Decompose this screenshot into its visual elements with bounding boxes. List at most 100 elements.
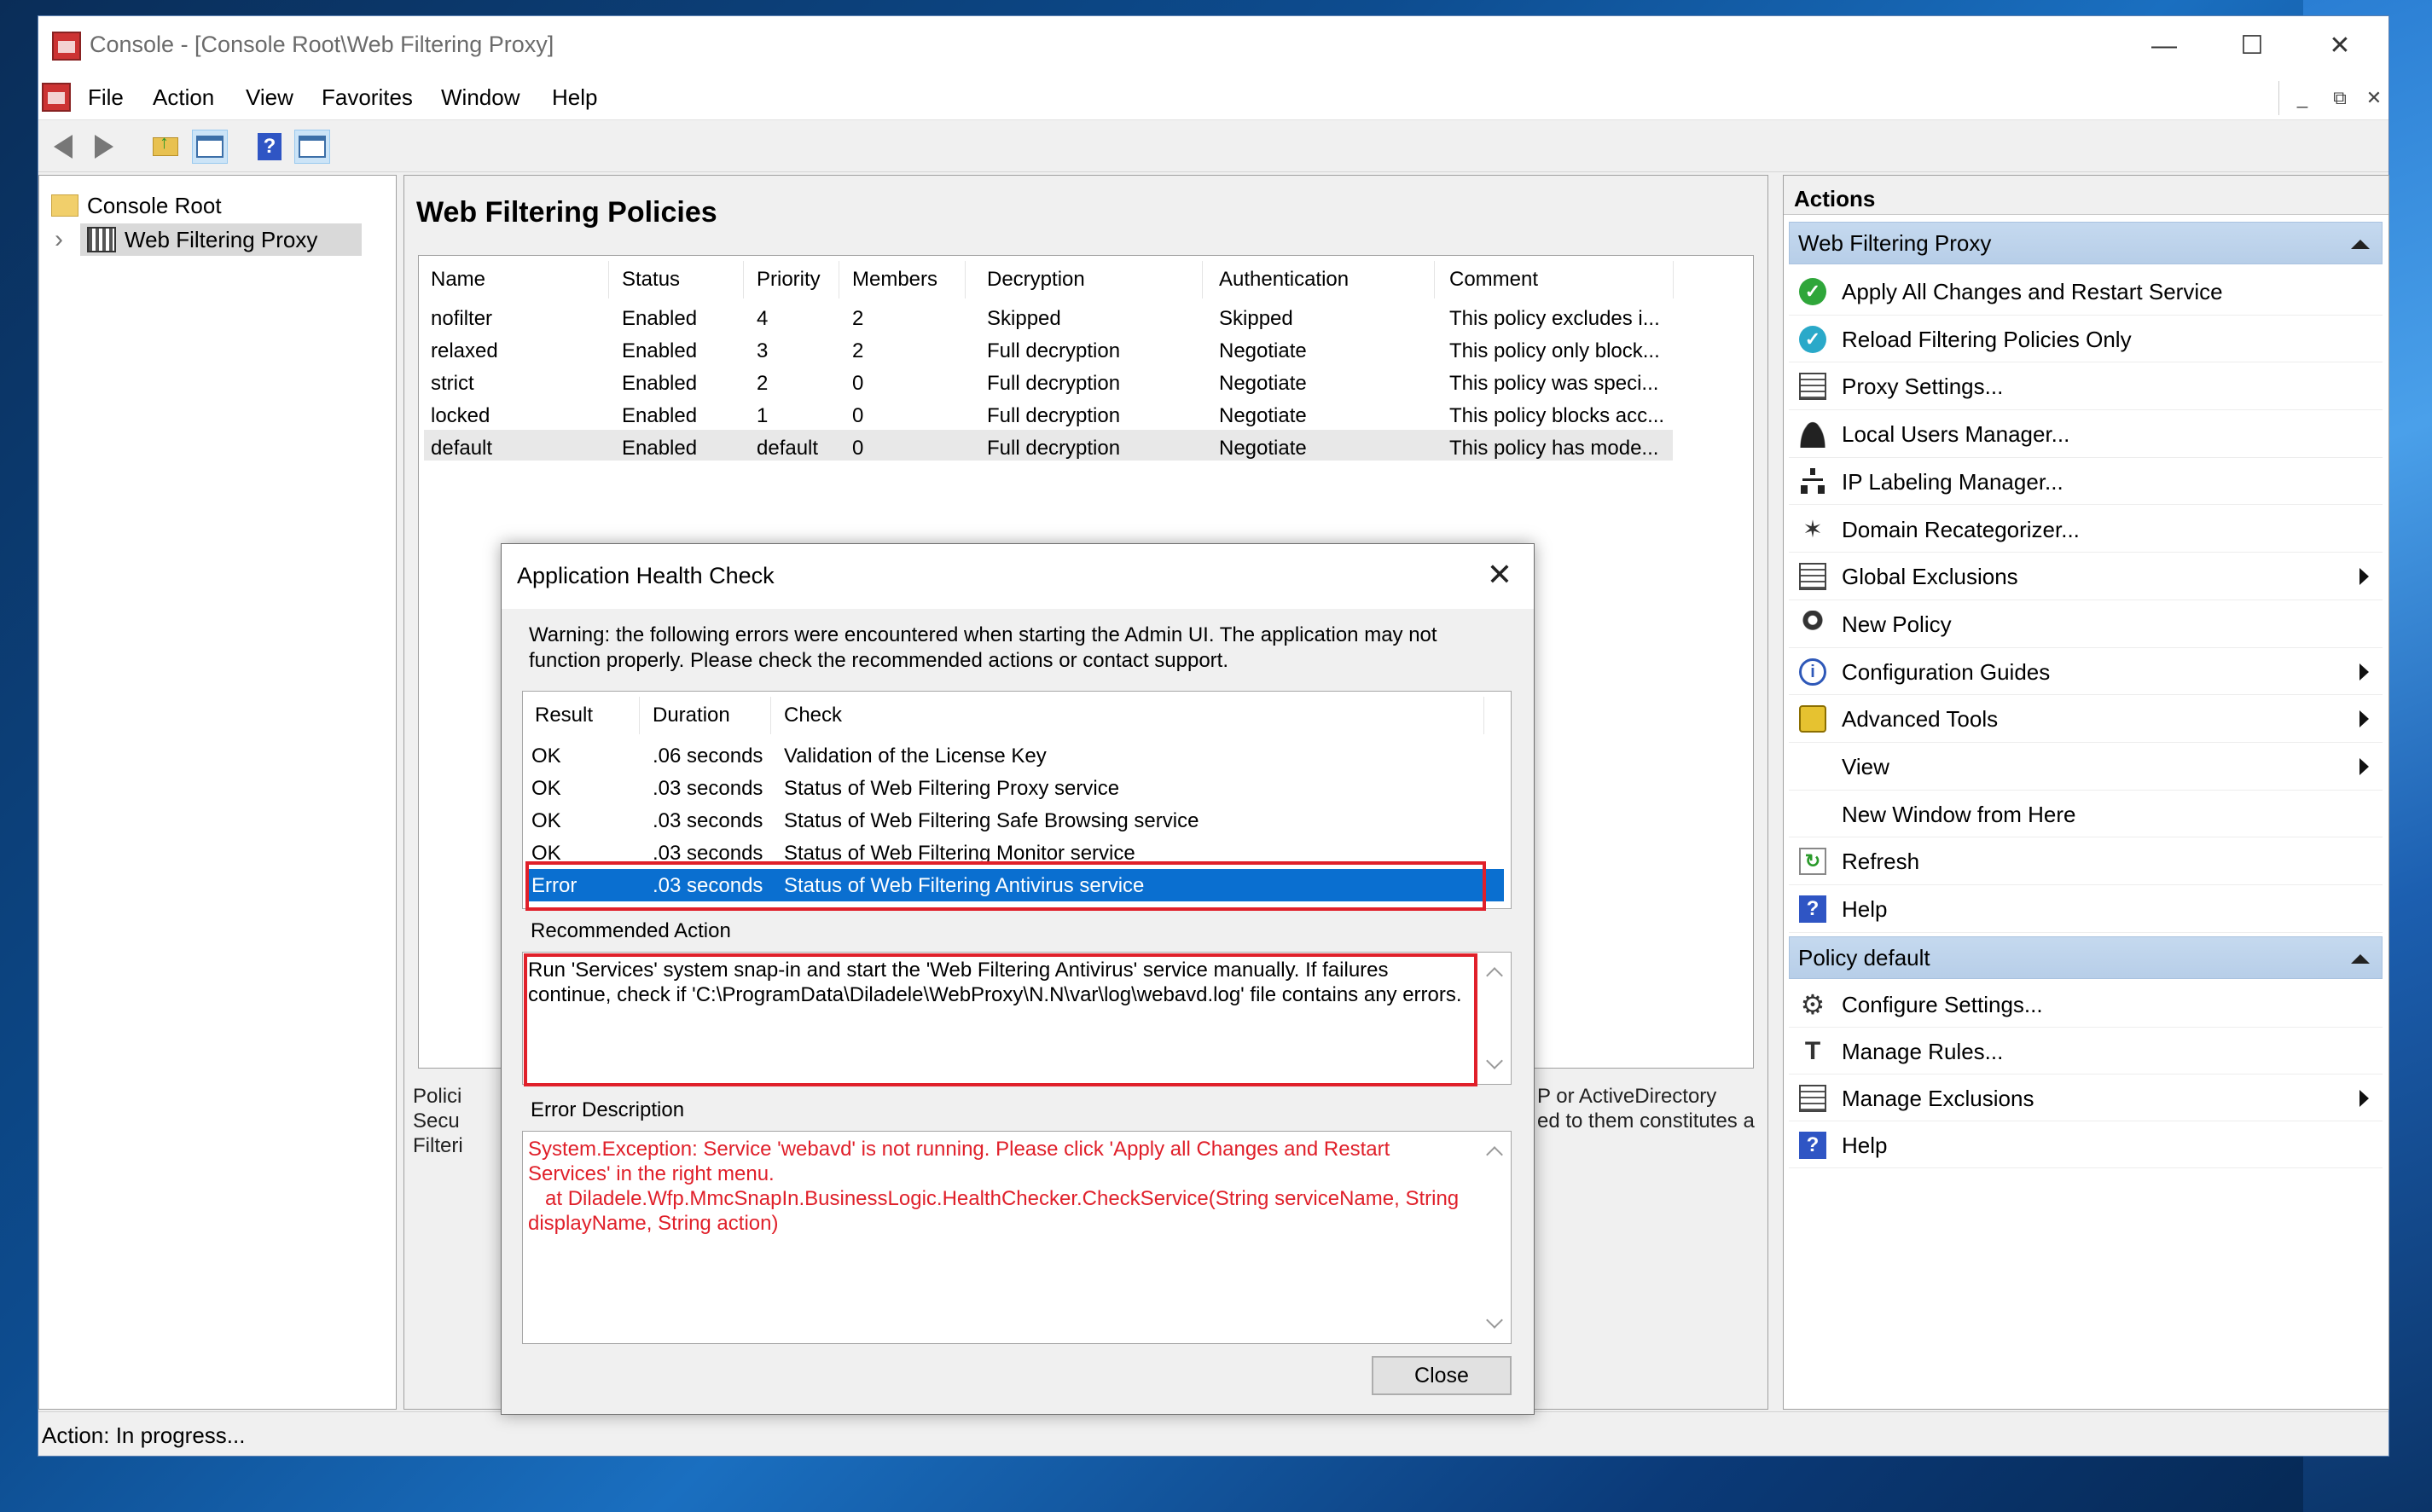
show-hide-tree-button[interactable] bbox=[192, 130, 228, 164]
action-manage-exclusions[interactable]: Manage Exclusions bbox=[1789, 1075, 2383, 1121]
cell-result: OK bbox=[531, 777, 561, 800]
dialog-close-icon[interactable]: ✕ bbox=[1481, 556, 1518, 594]
collapse-icon[interactable] bbox=[2351, 954, 2370, 964]
action-group-label: Web Filtering Proxy bbox=[1798, 230, 1992, 256]
tree-expander[interactable]: › bbox=[55, 223, 63, 256]
scroll-down-icon[interactable] bbox=[1486, 1052, 1503, 1069]
submenu-arrow-icon bbox=[2359, 710, 2369, 728]
cell-duration: .03 seconds bbox=[653, 777, 763, 800]
action-ip-labeling-manager[interactable]: IP Labeling Manager... bbox=[1789, 458, 2383, 506]
cell-authentication: Negotiate bbox=[1219, 404, 1307, 427]
help-toolbar-button[interactable]: ? bbox=[252, 130, 287, 164]
page-title: Web Filtering Policies bbox=[416, 196, 717, 229]
back-button[interactable] bbox=[45, 130, 81, 164]
action-help[interactable]: ? Help bbox=[1789, 885, 2383, 933]
action-advanced-tools[interactable]: Advanced Tools bbox=[1789, 695, 2383, 743]
error-description-scrollbar[interactable] bbox=[1480, 1132, 1511, 1343]
dialog-title: Application Health Check bbox=[517, 563, 775, 588]
column-divider bbox=[743, 261, 744, 298]
window-title: Console - [Console Root\Web Filtering Pr… bbox=[90, 32, 554, 57]
check-row[interactable]: OK .06 seconds Validation of the License K… bbox=[526, 739, 1504, 772]
check-row[interactable]: OK .03 seconds Status of Web Filtering Pro… bbox=[526, 772, 1504, 804]
action-group-policy-default[interactable]: Policy default bbox=[1789, 936, 2383, 979]
scroll-up-icon[interactable] bbox=[1486, 1146, 1503, 1163]
action-configure-settings[interactable]: ⚙ Configure Settings... bbox=[1789, 981, 2383, 1028]
action-proxy-settings[interactable]: Proxy Settings... bbox=[1789, 362, 2383, 411]
cell-name: nofilter bbox=[431, 307, 493, 330]
help-icon: ? bbox=[1799, 1132, 1826, 1159]
recommended-action-scrollbar[interactable] bbox=[1480, 953, 1511, 1084]
action-label: Apply All Changes and Restart Service bbox=[1842, 279, 2223, 304]
title-bar: Console - [Console Root\Web Filtering Pr… bbox=[38, 16, 2388, 76]
column-header-result[interactable]: Result bbox=[535, 704, 593, 727]
close-window-button[interactable]: ✕ bbox=[2293, 16, 2387, 76]
child-minimize-button[interactable]: _ bbox=[2287, 84, 2318, 112]
column-header-priority[interactable]: Priority bbox=[757, 268, 821, 292]
action-apply-all-changes-and-restart-service[interactable]: ✓ Apply All Changes and Restart Service bbox=[1789, 268, 2383, 316]
minimize-button[interactable]: — bbox=[2117, 16, 2211, 76]
maximize-button[interactable]: ☐ bbox=[2205, 16, 2299, 76]
cell-authentication: Skipped bbox=[1219, 307, 1293, 330]
network-icon bbox=[1799, 467, 1826, 495]
scroll-down-icon[interactable] bbox=[1486, 1312, 1503, 1329]
column-divider bbox=[770, 697, 771, 734]
cell-decryption: Full decryption bbox=[987, 404, 1121, 427]
up-one-level-button[interactable] bbox=[148, 130, 183, 164]
menu-help[interactable]: Help bbox=[552, 84, 597, 111]
tree-node-console-root[interactable]: Console Root bbox=[87, 189, 222, 222]
column-header-status[interactable]: Status bbox=[622, 268, 680, 292]
column-header-members[interactable]: Members bbox=[852, 268, 937, 292]
refresh-icon: ↻ bbox=[1799, 848, 1826, 876]
console-menu-icon[interactable] bbox=[42, 83, 71, 112]
column-header-duration[interactable]: Duration bbox=[653, 704, 730, 727]
cell-status: Enabled bbox=[622, 307, 698, 330]
action-refresh[interactable]: ↻ Refresh bbox=[1789, 837, 2383, 886]
menu-window[interactable]: Window bbox=[441, 84, 519, 111]
action-domain-recategorizer[interactable]: ✶ Domain Recategorizer... bbox=[1789, 506, 2383, 553]
error-description-textbox[interactable]: System.Exception: Service 'webavd' is no… bbox=[522, 1131, 1512, 1344]
column-header-authentication[interactable]: Authentication bbox=[1219, 268, 1349, 292]
column-header-name[interactable]: Name bbox=[431, 268, 485, 292]
recommended-action-highlight-box bbox=[524, 953, 1477, 1086]
cell-decryption: Skipped bbox=[987, 307, 1061, 330]
cell-priority: 2 bbox=[757, 372, 769, 395]
column-header-check[interactable]: Check bbox=[784, 704, 842, 727]
menu-view[interactable]: View bbox=[246, 84, 293, 111]
check-row[interactable]: OK .03 seconds Status of Web Filtering Saf… bbox=[526, 804, 1504, 837]
column-header-decryption[interactable]: Decryption bbox=[987, 268, 1085, 292]
scroll-up-icon[interactable] bbox=[1486, 967, 1503, 984]
forward-button[interactable] bbox=[86, 130, 122, 164]
menu-file[interactable]: File bbox=[88, 84, 124, 111]
menu-action[interactable]: Action bbox=[153, 84, 214, 111]
cell-check: Status of Web Filtering Safe Browsing se… bbox=[784, 809, 1199, 832]
action-configuration-guides[interactable]: i Configuration Guides bbox=[1789, 648, 2383, 696]
column-header-comment[interactable]: Comment bbox=[1449, 268, 1538, 292]
action-help[interactable]: ? Help bbox=[1789, 1121, 2383, 1168]
action-manage-rules[interactable]: T Manage Rules... bbox=[1789, 1028, 2383, 1075]
cell-status: Enabled bbox=[622, 437, 698, 460]
toolbar: ? bbox=[38, 121, 2388, 172]
gear-icon: ⚙ bbox=[1800, 989, 1825, 1020]
list-icon bbox=[1799, 563, 1826, 591]
action-view[interactable]: View bbox=[1789, 743, 2383, 791]
action-global-exclusions[interactable]: Global Exclusions bbox=[1789, 553, 2383, 600]
cell-decryption: Full decryption bbox=[987, 339, 1121, 362]
action-new-policy[interactable]: New Policy bbox=[1789, 600, 2383, 648]
action-label: Domain Recategorizer... bbox=[1842, 516, 2080, 542]
child-close-button[interactable]: ✕ bbox=[2359, 84, 2389, 112]
cell-check: Status of Web Filtering Proxy service bbox=[784, 777, 1120, 800]
collapse-icon[interactable] bbox=[2351, 240, 2370, 249]
close-button[interactable]: Close bbox=[1372, 1356, 1512, 1395]
show-hide-action-pane-button[interactable] bbox=[294, 130, 330, 164]
action-group-web-filtering-proxy[interactable]: Web Filtering Proxy bbox=[1789, 222, 2383, 264]
cell-decryption: Full decryption bbox=[987, 437, 1121, 460]
tree-node-web-filtering-proxy[interactable]: Web Filtering Proxy bbox=[80, 223, 362, 256]
menu-favorites[interactable]: Favorites bbox=[322, 84, 413, 111]
child-restore-button[interactable]: ⧉ bbox=[2325, 84, 2355, 112]
submenu-arrow-icon bbox=[2359, 663, 2369, 681]
cell-name: relaxed bbox=[431, 339, 498, 362]
action-new-window-from-here[interactable]: New Window from Here bbox=[1789, 791, 2383, 838]
action-reload-filtering-policies-only[interactable]: ✓ Reload Filtering Policies Only bbox=[1789, 316, 2383, 363]
action-local-users-manager[interactable]: Local Users Manager... bbox=[1789, 410, 2383, 458]
cell-status: Enabled bbox=[622, 372, 698, 395]
